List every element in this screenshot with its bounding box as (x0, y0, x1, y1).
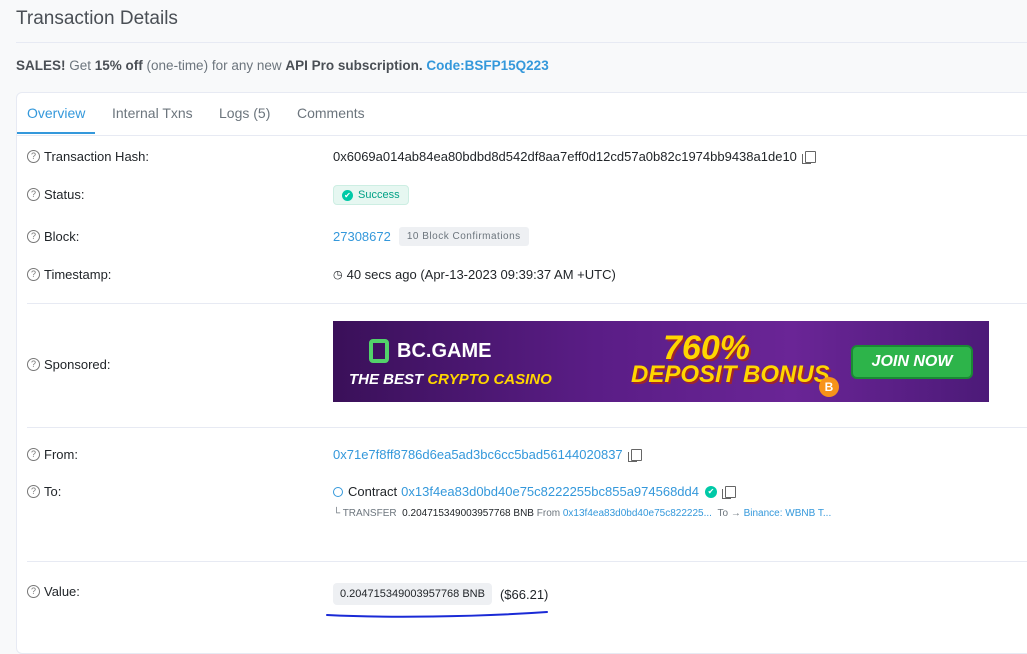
tx-hash-value: 0x6069a014ab84ea80bdbd8d542df8aa7eff0d12… (333, 149, 816, 164)
timestamp-label-text: Timestamp: (44, 267, 112, 282)
to-contract-prefix: Contract (348, 484, 398, 499)
status-badge: ✔ Success (333, 185, 409, 205)
banner-bonus: DEPOSIT BONUS (631, 361, 830, 388)
transfer-from-link[interactable]: 0x13f4ea83d0bd40e75c822225... (563, 508, 712, 519)
sponsored-label-text: Sponsored: (44, 357, 111, 372)
from-label: ? From: (27, 447, 78, 462)
tab-comments[interactable]: Comments (297, 105, 365, 121)
question-circle-icon[interactable]: ? (27, 485, 40, 498)
active-tab-indicator (17, 132, 95, 134)
timestamp-label: ? Timestamp: (27, 267, 111, 282)
value-label: ? Value: (27, 584, 80, 599)
promo-code-link[interactable]: Code:BSFP15Q223 (426, 58, 548, 73)
arrow-right-icon: → (730, 508, 741, 519)
hand-drawn-underline (326, 611, 548, 618)
promo-product: API Pro subscription. (285, 58, 423, 73)
block-value: 27308672 10 Block Confirmations (333, 227, 529, 246)
promo-prefix: SALES! (16, 58, 66, 73)
section-divider (27, 427, 1027, 428)
tab-logs[interactable]: Logs (5) (219, 105, 270, 121)
bc-game-logo-icon (369, 339, 389, 363)
status-value: ✔ Success (333, 185, 409, 205)
copy-icon[interactable] (722, 485, 736, 499)
timestamp-value: ◷ 40 secs ago (Apr-13-2023 09:39:37 AM +… (333, 267, 616, 282)
banner-tagline-2: CRYPTO CASINO (427, 371, 552, 388)
to-contract-link[interactable]: 0x13f4ea83d0bd40e75c8222255bc855a974568d… (401, 484, 699, 499)
join-now-button[interactable]: JOIN NOW (851, 345, 973, 379)
bitcoin-icon: B (819, 377, 839, 397)
check-circle-icon: ✔ (342, 189, 353, 201)
value-usd: ($66.21) (499, 586, 549, 602)
promo-text-2: (one-time) for any new (142, 58, 286, 73)
block-number-link[interactable]: 27308672 (333, 229, 391, 244)
verified-check-icon: ✔ (705, 485, 717, 498)
tab-internal-txns[interactable]: Internal Txns (112, 105, 193, 121)
page-title: Transaction Details (16, 8, 178, 29)
block-confirmations-badge: 10 Block Confirmations (398, 227, 529, 246)
copy-icon[interactable] (801, 150, 816, 164)
title-divider (16, 42, 1027, 43)
value-label-text: Value: (44, 584, 80, 599)
promo-banner: SALES! Get 15% off (one-time) for any ne… (16, 58, 549, 73)
section-divider (27, 561, 1027, 562)
status-label-text: Status: (44, 187, 85, 202)
sponsored-label: ? Sponsored: (27, 357, 111, 372)
transfer-kind: TRANSFER (342, 508, 397, 519)
transaction-card: Overview Internal Txns Logs (5) Comments… (16, 92, 1027, 654)
copy-icon[interactable] (627, 448, 642, 462)
question-circle-icon[interactable]: ? (27, 188, 40, 201)
status-badge-text: Success (358, 189, 400, 201)
transfer-to-link[interactable]: Binance: WBNB T... (744, 508, 832, 519)
banner-tagline-1: THE BEST (349, 371, 428, 388)
transfer-amount: 0.204715349003957768 BNB (402, 508, 534, 519)
question-circle-icon[interactable]: ? (27, 358, 40, 371)
promo-text-1: Get (65, 58, 95, 73)
tx-hash-text: 0x6069a014ab84ea80bdbd8d542df8aa7eff0d12… (333, 149, 797, 164)
block-label-text: Block: (44, 229, 80, 244)
sponsored-ad-banner[interactable]: BC.GAME THE BEST CRYPTO CASINO 760% DEPO… (333, 321, 989, 402)
value-amount-pill: 0.204715349003957768 BNB (333, 583, 492, 605)
tx-hash-label: ? Transaction Hash: (27, 149, 149, 164)
transfer-to-label: To (717, 508, 729, 519)
from-label-text: From: (44, 447, 78, 462)
section-divider (27, 303, 1027, 304)
promo-discount: 15% off (94, 58, 143, 73)
question-circle-icon[interactable]: ? (27, 268, 40, 281)
clock-icon: ◷ (333, 269, 343, 281)
question-circle-icon[interactable]: ? (27, 448, 40, 461)
from-address-link[interactable]: 0x71e7f8ff8786d6ea5ad3bc6cc5bad561440208… (333, 447, 623, 462)
question-circle-icon[interactable]: ? (27, 150, 40, 163)
banner-tagline: THE BEST CRYPTO CASINO (349, 371, 552, 388)
banner-brand: BC.GAME (397, 339, 492, 362)
token-transfer-line: └ TRANSFER 0.204715349003957768 BNB From… (333, 508, 831, 519)
question-circle-icon[interactable]: ? (27, 585, 40, 598)
status-label: ? Status: (27, 187, 84, 202)
tab-bar: Overview Internal Txns Logs (5) Comments (17, 93, 1027, 136)
value-value: 0.204715349003957768 BNB ($66.21) (333, 583, 548, 605)
transfer-from-label: From (536, 508, 561, 519)
bc-game-logo: BC.GAME (369, 339, 491, 363)
to-label-text: To: (44, 484, 62, 499)
search-icon[interactable] (333, 486, 343, 497)
tab-overview[interactable]: Overview (27, 105, 85, 121)
to-value: Contract 0x13f4ea83d0bd40e75c8222255bc85… (333, 484, 736, 499)
question-circle-icon[interactable]: ? (27, 230, 40, 243)
to-label: ? To: (27, 484, 61, 499)
from-value: 0x71e7f8ff8786d6ea5ad3bc6cc5bad561440208… (333, 447, 642, 462)
block-label: ? Block: (27, 229, 79, 244)
tx-hash-label-text: Transaction Hash: (44, 149, 150, 164)
transfer-branch-icon: └ (333, 508, 341, 519)
timestamp-text: 40 secs ago (Apr-13-2023 09:39:37 AM +UT… (346, 267, 616, 282)
